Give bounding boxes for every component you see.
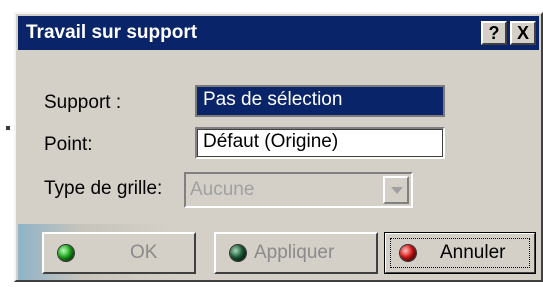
support-label: Support : — [44, 92, 122, 113]
background-strip — [0, 0, 14, 298]
close-button[interactable]: X — [510, 21, 536, 45]
close-icon: X — [516, 23, 529, 43]
point-label: Point: — [44, 134, 93, 155]
window-title: Travail sur support — [26, 22, 198, 43]
cancel-label: Annuler — [440, 242, 506, 263]
apply-button[interactable]: Appliquer — [214, 232, 378, 274]
red-led-icon — [400, 245, 416, 261]
grid-type-value: Aucune — [190, 179, 255, 200]
help-button[interactable]: ? — [481, 21, 507, 45]
title-bar[interactable]: Travail sur support ? X — [18, 16, 539, 50]
grid-type-select[interactable]: Aucune — [184, 172, 413, 208]
chevron-down-icon — [391, 187, 403, 194]
grid-type-dropdown-button[interactable] — [383, 176, 409, 204]
cancel-button[interactable]: Annuler — [384, 232, 536, 274]
ok-button[interactable]: OK — [42, 232, 196, 274]
background-mark — [6, 126, 10, 130]
support-field[interactable]: Pas de sélection — [195, 85, 445, 117]
apply-label: Appliquer — [254, 242, 335, 263]
help-icon: ? — [488, 23, 500, 43]
ok-label: OK — [130, 242, 158, 263]
dark-green-led-icon — [230, 245, 246, 261]
work-on-support-dialog: Travail sur support ? X Support : Pas de… — [14, 12, 543, 282]
green-led-icon — [58, 245, 74, 261]
grid-type-label: Type de grille: — [44, 178, 163, 199]
point-field[interactable]: Défaut (Origine) — [195, 127, 445, 159]
